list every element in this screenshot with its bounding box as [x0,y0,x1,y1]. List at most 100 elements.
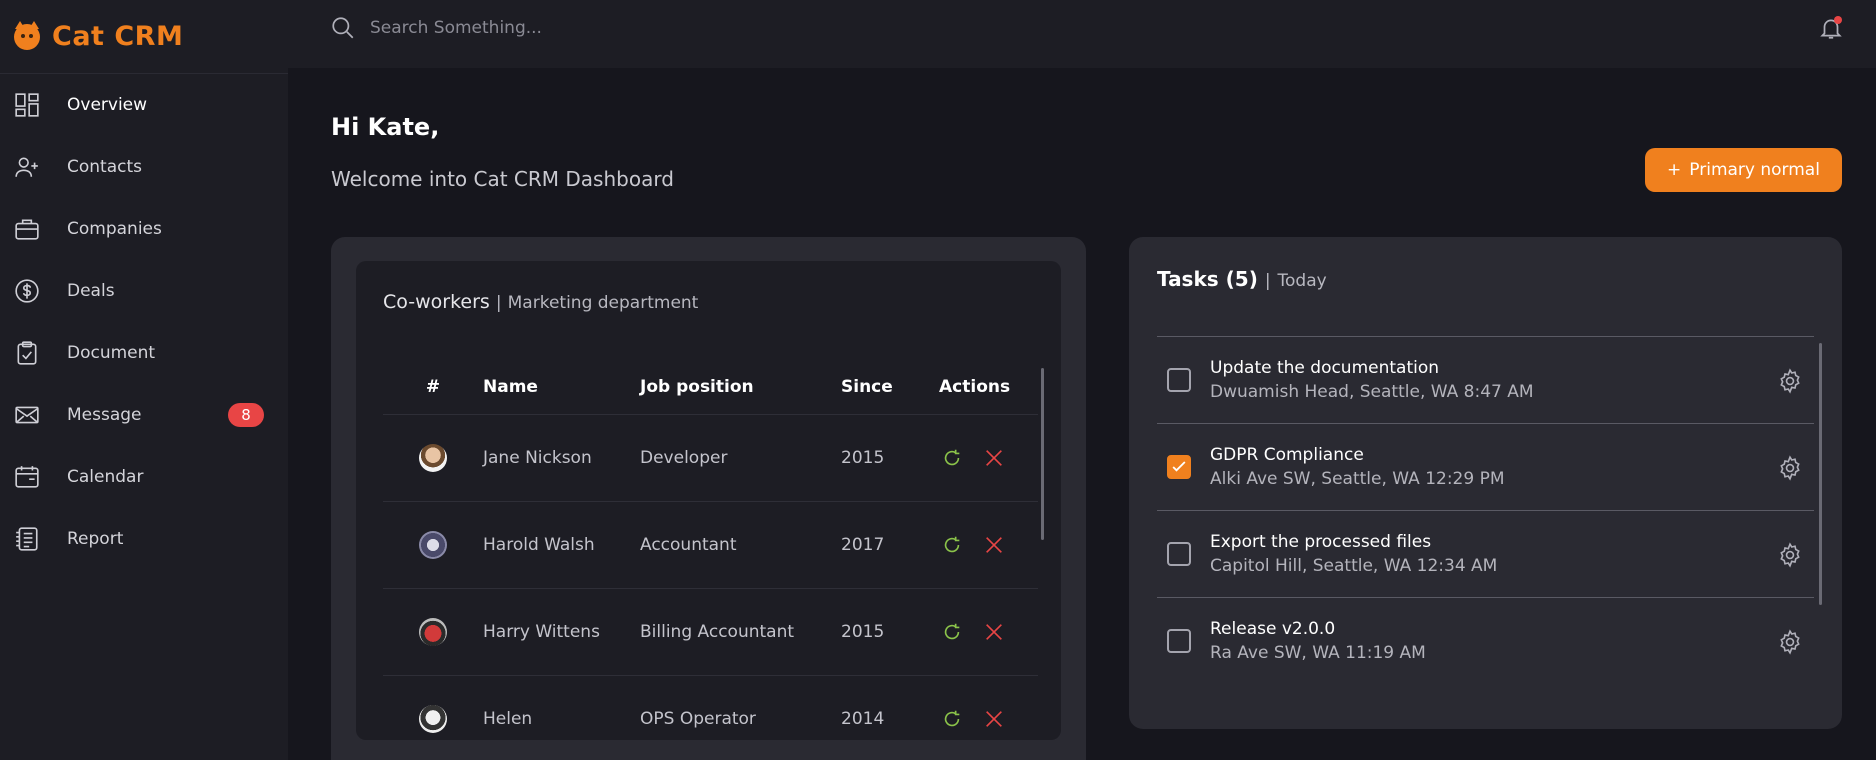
sidebar: Cat CRM Overview Contacts Companies Deal… [0,0,288,760]
sidebar-item-document[interactable]: Document [0,322,288,384]
add-user-icon [13,153,41,181]
gear-icon[interactable] [1777,368,1803,394]
coworkers-title: Co-workers [383,291,490,313]
briefcase-icon [13,215,41,243]
close-icon[interactable] [983,447,1005,469]
tasks-subtitle: Today [1277,271,1327,291]
coworker-since: 2015 [841,414,939,502]
search-input[interactable] [370,14,770,42]
task-name: Release v2.0.0 [1210,619,1336,639]
dollar-icon [13,277,41,305]
plus-icon: + [1667,160,1682,180]
column-header-number: # [383,361,483,415]
sidebar-item-contacts[interactable]: Contacts [0,136,288,198]
task-checkbox[interactable] [1167,629,1191,653]
coworker-name: Harold Walsh [483,501,640,589]
clipboard-icon [13,339,41,367]
table-row: Helen OPS Operator 2014 [383,675,1038,740]
close-icon[interactable] [983,708,1005,730]
tasks-heading: Tasks (5) | Today [1157,267,1327,291]
coworker-name: Harry Wittens [483,588,640,676]
table-row: Harold Walsh Accountant 2017 [383,501,1038,589]
refresh-icon[interactable] [941,621,963,643]
sidebar-nav: Overview Contacts Companies Deals Docume… [0,74,288,570]
gear-icon[interactable] [1777,542,1803,568]
task-checkbox[interactable] [1167,455,1191,479]
refresh-icon[interactable] [941,447,963,469]
tasks-scrollbar[interactable] [1819,343,1822,605]
welcome-text: Welcome into Cat CRM Dashboard [331,167,674,191]
search-icon [332,17,354,39]
notification-dot [1834,16,1842,24]
coworker-since: 2017 [841,501,939,589]
sidebar-item-message[interactable]: Message 8 [0,384,288,446]
separator: | [495,293,502,313]
coworkers-table: # Name Job position Since Actions Jane N… [383,361,1038,740]
cat-logo-icon [14,20,40,50]
gear-icon[interactable] [1777,629,1803,655]
task-name: Export the processed files [1210,532,1432,552]
sidebar-item-deals[interactable]: Deals [0,260,288,322]
task-meta: Ra Ave SW, WA 11:19 AM [1210,643,1426,663]
sidebar-item-label: Calendar [67,467,144,487]
close-icon[interactable] [983,534,1005,556]
coworkers-heading: Co-workers | Marketing department [383,291,698,313]
message-count-badge: 8 [228,403,264,427]
sidebar-item-label: Contacts [67,157,142,177]
coworker-since: 2014 [841,675,939,740]
primary-button-label: Primary normal [1689,160,1820,180]
primary-button[interactable]: + Primary normal [1645,148,1842,192]
calendar-icon [13,463,41,491]
mail-icon [13,401,41,429]
list-item: Update the documentation Dwuamish Head, … [1157,336,1814,423]
avatar [419,617,447,646]
task-meta: Capitol Hill, Seattle, WA 12:34 AM [1210,556,1498,576]
refresh-icon[interactable] [941,708,963,730]
task-name: GDPR Compliance [1210,445,1364,465]
coworkers-scrollbar[interactable] [1041,368,1044,540]
column-header-name: Name [483,361,640,415]
coworker-name: Jane Nickson [483,414,640,502]
sidebar-item-companies[interactable]: Companies [0,198,288,260]
task-list: Update the documentation Dwuamish Head, … [1157,336,1814,684]
logo[interactable]: Cat CRM [0,0,288,74]
table-header-row: # Name Job position Since Actions [383,361,1038,415]
task-name: Update the documentation [1210,358,1440,378]
close-icon[interactable] [983,621,1005,643]
sidebar-item-label: Overview [67,95,148,115]
sidebar-item-overview[interactable]: Overview [0,74,288,136]
task-checkbox[interactable] [1167,368,1191,392]
sidebar-item-label: Message [67,405,142,425]
coworkers-table-scroll[interactable]: # Name Job position Since Actions Jane N… [383,361,1038,740]
list-item: Release v2.0.0 Ra Ave SW, WA 11:19 AM [1157,597,1814,684]
top-bar [288,0,1876,68]
task-meta: Alki Ave SW, Seattle, WA 12:29 PM [1210,469,1505,489]
task-checkbox[interactable] [1167,542,1191,566]
separator: | [1264,271,1271,291]
gear-icon[interactable] [1777,455,1803,481]
grid-icon [13,91,41,119]
app-name: Cat CRM [52,21,184,52]
coworker-job: Billing Accountant [640,588,841,676]
coworker-job: Developer [640,414,841,502]
table-row: Jane Nickson Developer 2015 [383,414,1038,502]
sidebar-item-label: Report [67,529,124,549]
sidebar-item-label: Deals [67,281,115,301]
coworker-job: OPS Operator [640,675,841,740]
avatar [419,704,447,733]
coworker-name: Helen [483,675,640,740]
tasks-panel: Tasks (5) | Today Update the documentati… [1129,237,1842,729]
sidebar-item-report[interactable]: Report [0,508,288,570]
list-item: GDPR Compliance Alki Ave SW, Seattle, WA… [1157,423,1814,510]
refresh-icon[interactable] [941,534,963,556]
column-header-since: Since [841,361,939,415]
task-meta: Dwuamish Head, Seattle, WA 8:47 AM [1210,382,1534,402]
coworkers-card: Co-workers | Marketing department # Name… [356,261,1061,740]
column-header-actions: Actions [939,361,1038,415]
coworker-since: 2015 [841,588,939,676]
sidebar-item-calendar[interactable]: Calendar [0,446,288,508]
coworkers-subtitle: Marketing department [507,293,699,313]
tasks-title: Tasks (5) [1157,267,1258,291]
avatar [419,530,447,559]
column-header-job: Job position [640,361,841,415]
